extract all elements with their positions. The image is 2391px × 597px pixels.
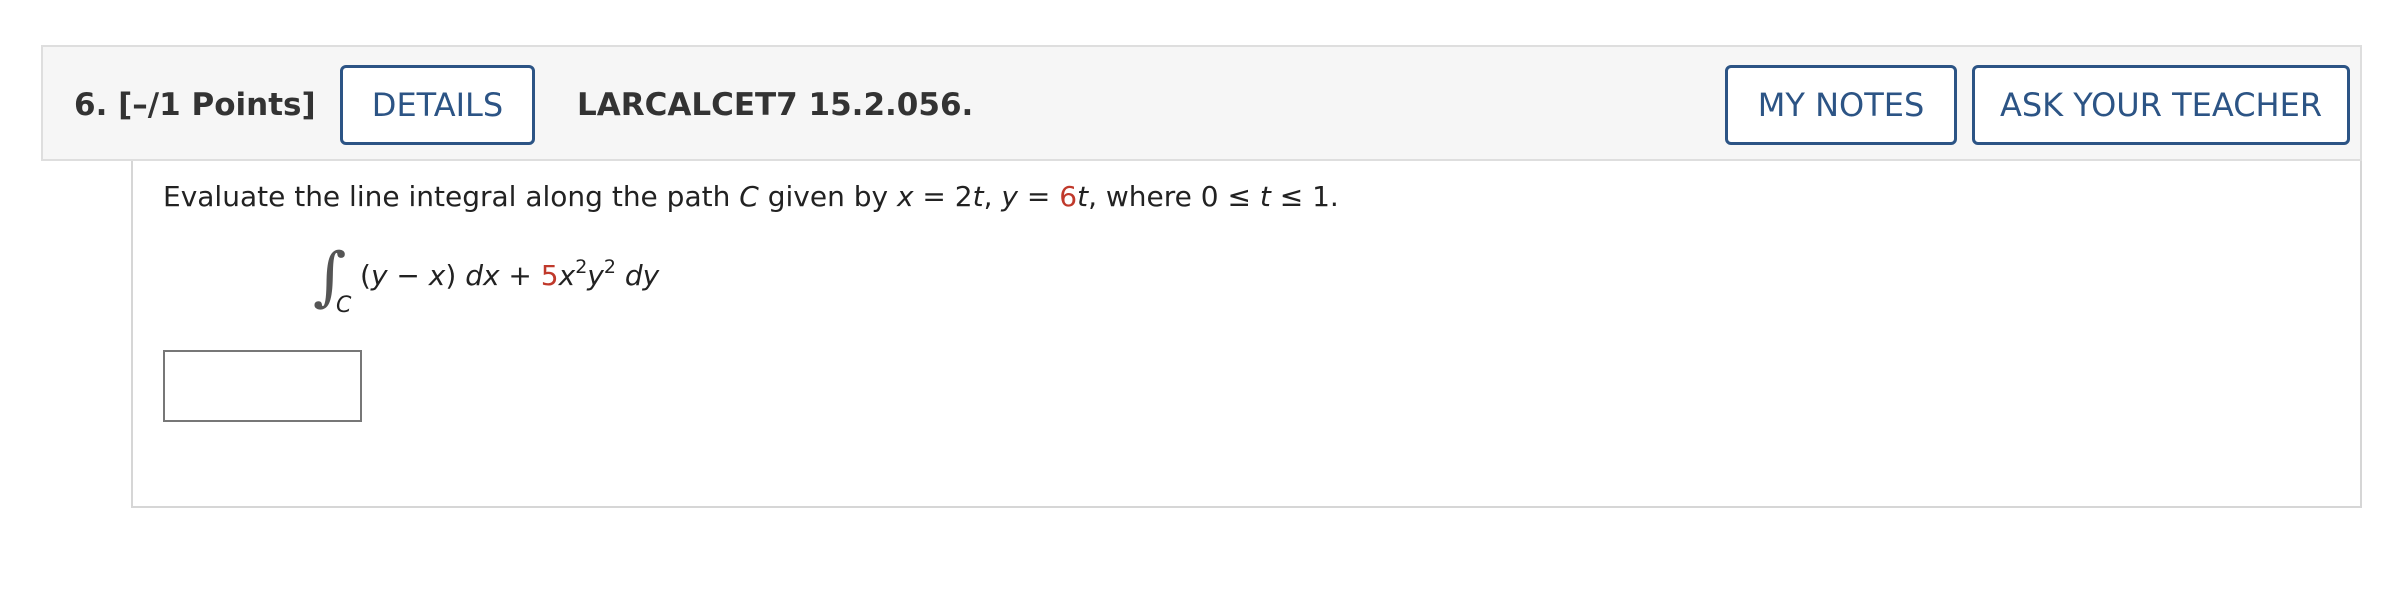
integral-subscript: C	[336, 293, 352, 318]
integrand-expression: (y − x) dx + 5x2y2 dy	[360, 256, 660, 293]
question-header: 6. [–/1 Points] DETAILS LARCALCET7 15.2.…	[41, 45, 2362, 161]
question-body: Evaluate the line integral along the pat…	[131, 161, 2362, 508]
randomized-coefficient: 6	[1059, 180, 1078, 213]
question-reference: LARCALCET7 15.2.056.	[577, 87, 974, 123]
question-number-points: 6. [–/1 Points]	[74, 87, 316, 123]
answer-input[interactable]	[163, 350, 362, 422]
my-notes-button[interactable]: MY NOTES	[1725, 65, 1957, 145]
question-prompt: Evaluate the line integral along the pat…	[163, 180, 1339, 213]
ask-your-teacher-button[interactable]: ASK YOUR TEACHER	[1972, 65, 2350, 145]
details-button[interactable]: DETAILS	[340, 65, 535, 145]
randomized-coefficient: 5	[540, 259, 559, 292]
path-variable: C	[739, 180, 759, 213]
